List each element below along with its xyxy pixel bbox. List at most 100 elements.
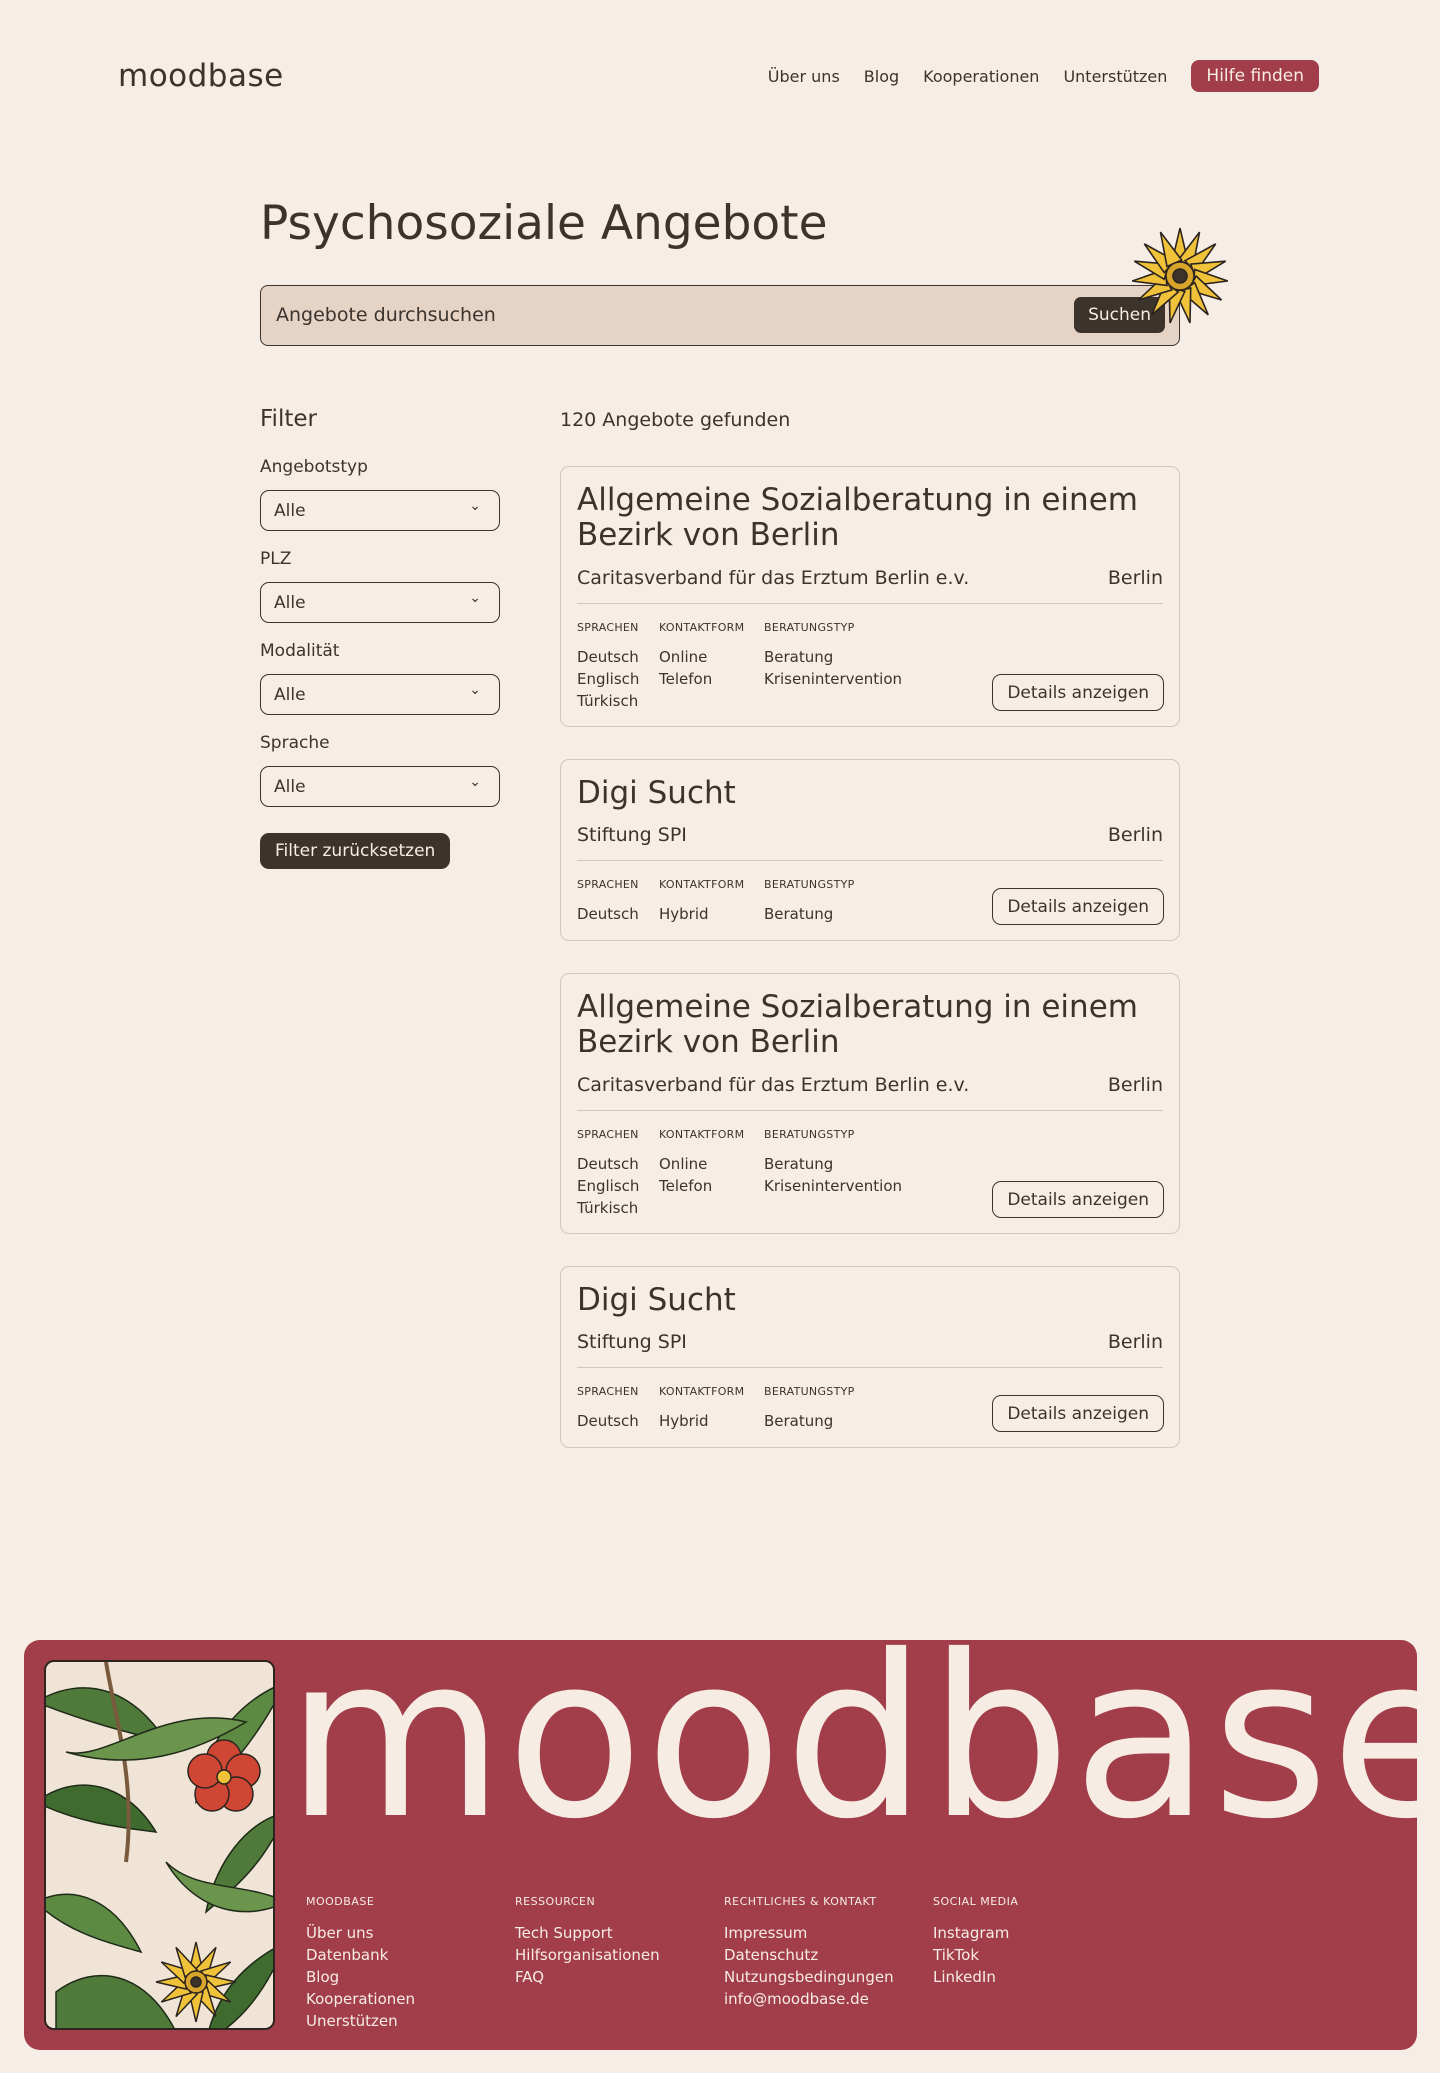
filter-title: Filter [260, 406, 317, 432]
offer-city: Berlin [1107, 1074, 1163, 1096]
offer-card: Allgemeine Sozialberatung in einem Bezir… [560, 466, 1180, 727]
contact-item: Hybrid [659, 905, 709, 923]
footer-link[interactable]: LinkedIn [933, 1966, 1018, 1988]
reset-filters-button[interactable]: Filter zurücksetzen [260, 833, 451, 869]
chevron-down-icon: ⌄ [469, 590, 481, 606]
footer-link[interactable]: TikTok [933, 1944, 1018, 1966]
language-item: Deutsch [577, 1412, 639, 1430]
meta-header-type: BERATUNGSTYP [764, 1385, 855, 1398]
footer-link[interactable]: FAQ [515, 1966, 660, 1988]
meta-header-contact: KONTAKTFORM [659, 1128, 745, 1141]
meta-header-contact: KONTAKTFORM [659, 621, 745, 634]
details-button[interactable]: Details anzeigen [992, 674, 1164, 711]
sprache-select[interactable]: Alle ⌄ [260, 766, 500, 807]
offer-card: Allgemeine Sozialberatung in einem Bezir… [560, 973, 1180, 1234]
footer-link[interactable]: Datenschutz [724, 1944, 894, 1966]
footer-column-ressourcen: RESSOURCEN Tech Support Hilfsorganisatio… [515, 1895, 660, 1988]
language-item: Türkisch [577, 692, 639, 710]
footer-column-title: RECHTLICHES & KONTAKT [724, 1895, 877, 1908]
select-value: Alle [274, 501, 306, 521]
footer-column-social-media: SOCIAL MEDIA Instagram TikTok LinkedIn [933, 1895, 1018, 1988]
meta-header-contact: KONTAKTFORM [659, 878, 745, 891]
meta-header-contact: KONTAKTFORM [659, 1385, 745, 1398]
contact-item: Online [659, 1155, 708, 1173]
offer-card: Digi Sucht Stiftung SPI Berlin SPRACHEN … [560, 759, 1180, 941]
site-footer: moodbase MOODBASE Über uns Datenbank Blo… [24, 1640, 1417, 2050]
filter-label-angebotstyp: Angebotstyp [260, 457, 368, 477]
chevron-down-icon: ⌄ [469, 682, 481, 698]
card-divider [577, 603, 1163, 604]
language-item: Türkisch [577, 1199, 639, 1217]
result-count: 120 Angebote gefunden [560, 409, 791, 431]
footer-column-title: SOCIAL MEDIA [933, 1895, 1019, 1908]
meta-header-languages: SPRACHEN [577, 1128, 639, 1141]
offer-title[interactable]: Digi Sucht [577, 1283, 1157, 1318]
meta-header-languages: SPRACHEN [577, 878, 639, 891]
footer-column-title: MOODBASE [306, 1895, 375, 1908]
chevron-down-icon: ⌄ [469, 774, 481, 790]
offer-city: Berlin [1107, 824, 1163, 846]
type-item: Beratung [764, 648, 834, 666]
offer-organization: Caritasverband für das Erztum Berlin e.v… [577, 567, 970, 589]
offer-city: Berlin [1107, 1331, 1163, 1353]
footer-link[interactable]: Nutzungsbedingungen [724, 1966, 894, 1988]
contact-item: Hybrid [659, 1412, 709, 1430]
footer-link[interactable]: Tech Support [515, 1922, 660, 1944]
footer-link[interactable]: Instagram [933, 1922, 1018, 1944]
contact-item: Online [659, 648, 708, 666]
type-column: BERATUNGSTYP Beratung Krisenintervention [764, 1128, 902, 1197]
meta-header-languages: SPRACHEN [577, 621, 639, 634]
meta-header-languages: SPRACHEN [577, 1385, 639, 1398]
site-logo[interactable]: moodbase [118, 58, 284, 94]
offer-title[interactable]: Digi Sucht [577, 776, 1157, 811]
type-item: Beratung [764, 1155, 834, 1173]
languages-column: SPRACHEN Deutsch Englisch Türkisch [577, 1128, 639, 1219]
contact-column: KONTAKTFORM Online Telefon [659, 621, 744, 690]
footer-link[interactable]: Über uns [306, 1922, 415, 1944]
offer-card: Digi Sucht Stiftung SPI Berlin SPRACHEN … [560, 1266, 1180, 1448]
type-item: Beratung [764, 1412, 834, 1430]
footer-link[interactable]: info@moodbase.de [724, 1988, 894, 2010]
card-divider [577, 860, 1163, 861]
languages-column: SPRACHEN Deutsch [577, 1385, 639, 1432]
details-button[interactable]: Details anzeigen [992, 1395, 1164, 1432]
card-divider [577, 1110, 1163, 1111]
hilfe-finden-button[interactable]: Hilfe finden [1191, 60, 1319, 92]
plz-select[interactable]: Alle ⌄ [260, 582, 500, 623]
page-title: Psychosoziale Angebote [260, 196, 828, 251]
contact-column: KONTAKTFORM Hybrid [659, 878, 744, 925]
footer-link[interactable]: Kooperationen [306, 1988, 415, 2010]
modalitaet-select[interactable]: Alle ⌄ [260, 674, 500, 715]
angebotstyp-select[interactable]: Alle ⌄ [260, 490, 500, 531]
footer-link[interactable]: Impressum [724, 1922, 894, 1944]
search-bar: Suchen [260, 285, 1180, 346]
offer-title[interactable]: Allgemeine Sozialberatung in einem Bezir… [577, 483, 1157, 553]
meta-header-type: BERATUNGSTYP [764, 621, 855, 634]
nav-link-ueber-uns[interactable]: Über uns [768, 67, 840, 86]
offer-title[interactable]: Allgemeine Sozialberatung in einem Bezir… [577, 990, 1157, 1060]
type-column: BERATUNGSTYP Beratung [764, 1385, 855, 1432]
languages-column: SPRACHEN Deutsch Englisch Türkisch [577, 621, 639, 712]
details-button[interactable]: Details anzeigen [992, 888, 1164, 925]
nav-link-unterstuetzen[interactable]: Unterstützen [1063, 67, 1167, 86]
footer-wordmark: moodbase [286, 1640, 1417, 1868]
footer-link[interactable]: Datenbank [306, 1944, 415, 1966]
footer-link[interactable]: Unerstützen [306, 2010, 415, 2032]
search-input[interactable] [276, 300, 1036, 330]
footer-column-title: RESSOURCEN [515, 1895, 596, 1908]
type-column: BERATUNGSTYP Beratung [764, 878, 855, 925]
details-button[interactable]: Details anzeigen [992, 1181, 1164, 1218]
select-value: Alle [274, 777, 306, 797]
footer-link[interactable]: Blog [306, 1966, 415, 1988]
nav-link-blog[interactable]: Blog [864, 67, 899, 86]
footer-column-moodbase: MOODBASE Über uns Datenbank Blog Koopera… [306, 1895, 415, 2032]
footer-column-rechtliches: RECHTLICHES & KONTAKT Impressum Datensch… [724, 1895, 894, 2010]
footer-link[interactable]: Hilfsorganisationen [515, 1944, 660, 1966]
botanical-illustration-icon [46, 1662, 273, 2028]
botanical-illustration [44, 1660, 275, 2030]
type-item: Krisenintervention [764, 670, 903, 688]
nav-link-kooperationen[interactable]: Kooperationen [923, 67, 1039, 86]
language-item: Englisch [577, 670, 640, 688]
contact-column: KONTAKTFORM Online Telefon [659, 1128, 744, 1197]
card-divider [577, 1367, 1163, 1368]
